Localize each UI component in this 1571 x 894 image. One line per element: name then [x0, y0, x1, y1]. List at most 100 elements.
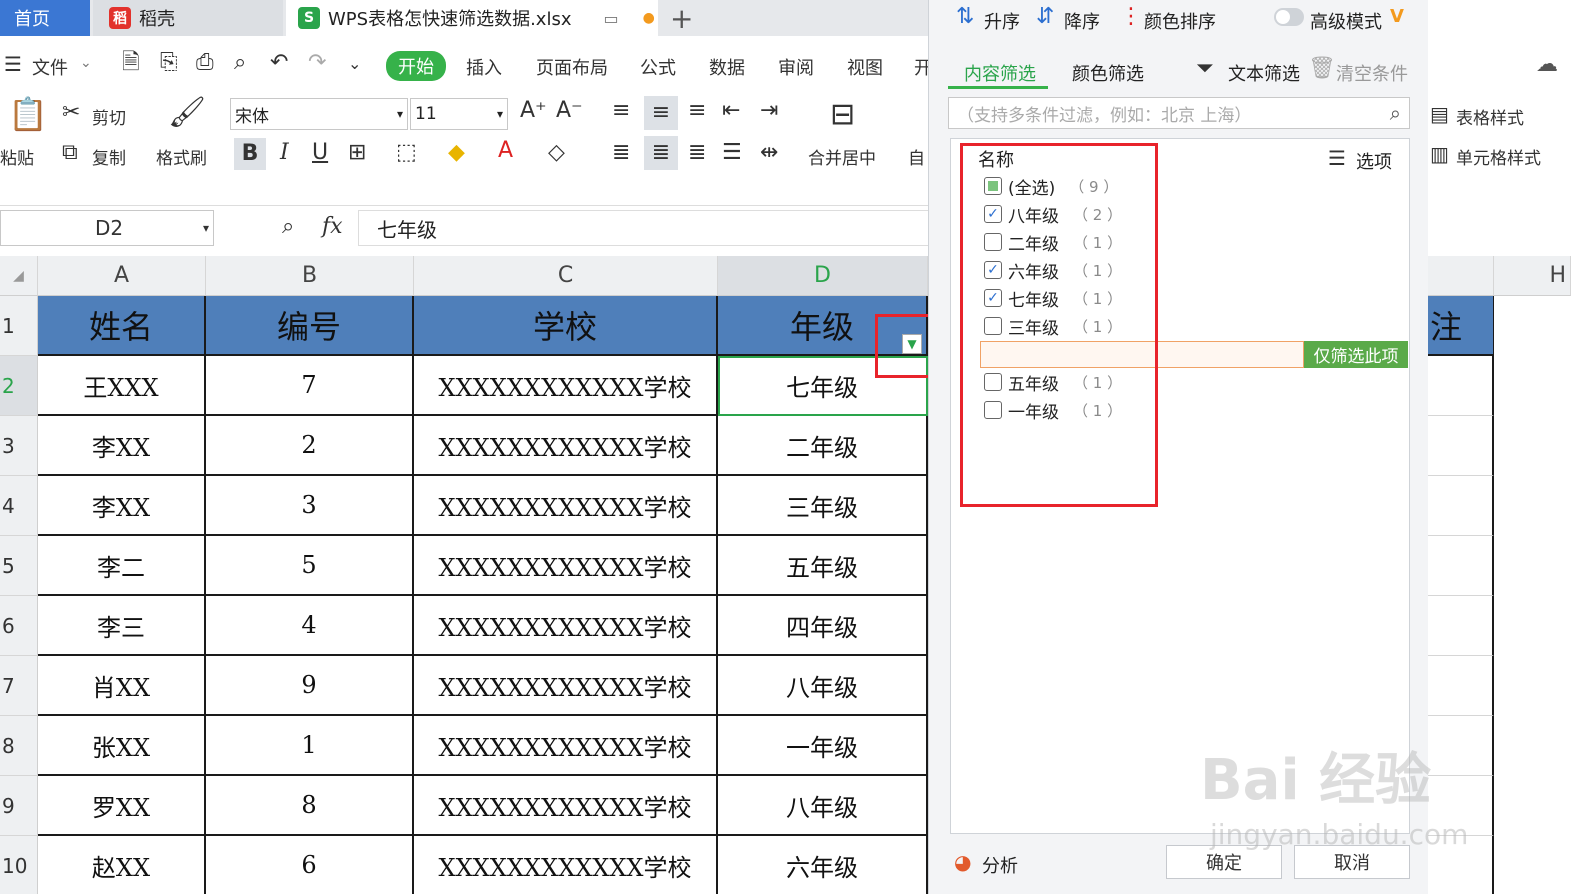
menu-view[interactable]: 视图	[847, 54, 883, 80]
print-preview-icon[interactable]: ⌕	[234, 52, 246, 74]
table-cell[interactable]: 三年级	[718, 476, 928, 536]
function-icon[interactable]: fx	[322, 216, 343, 238]
table-cell[interactable]: 3	[206, 476, 414, 536]
table-cell[interactable]: XXXXXXXXXXXX学校	[414, 716, 718, 776]
table-cell[interactable]: 1	[206, 716, 414, 776]
table-cell[interactable]: 四年级	[718, 596, 928, 656]
table-cell[interactable]: 4	[206, 596, 414, 656]
border-icon[interactable]: ⊞	[348, 142, 366, 164]
menu-start[interactable]: 开始	[386, 51, 446, 81]
column-header-h[interactable]: H	[1494, 256, 1571, 296]
table-cell[interactable]	[1428, 596, 1494, 656]
color-sort-icon[interactable]: ⋮	[1120, 6, 1142, 28]
text-filter-button[interactable]: 文本筛选	[1228, 60, 1300, 86]
table-cell[interactable]: 一年级	[718, 716, 928, 776]
align-bottom-icon[interactable]: ≡	[688, 100, 706, 122]
row-header[interactable]: 2	[0, 356, 38, 416]
menu-file[interactable]: 文件	[32, 54, 68, 80]
clear-conditions-button[interactable]: 清空条件	[1336, 60, 1408, 86]
table-cell[interactable]: 罗XX	[38, 776, 206, 836]
tab-daoke[interactable]: 稻 稻壳	[93, 0, 283, 36]
sort-ascending-icon[interactable]: ⇅	[956, 6, 974, 28]
row-header[interactable]: 3	[0, 416, 38, 476]
table-cell[interactable]: 6	[206, 836, 414, 894]
merge-center-button[interactable]: 合并居中	[808, 144, 876, 169]
align-middle-icon[interactable]: ≡	[644, 96, 678, 130]
fill-style-icon[interactable]: ⬚	[396, 142, 417, 164]
table-cell[interactable]	[1428, 716, 1494, 776]
font-color-icon[interactable]: A	[498, 140, 513, 162]
header-cell[interactable]: 学校	[414, 296, 718, 356]
table-style-icon[interactable]: ▤	[1430, 104, 1449, 124]
tab-content-filter[interactable]: 内容筛选	[964, 60, 1036, 86]
auto-wrap-button[interactable]: 自	[908, 144, 925, 169]
table-cell[interactable]	[1428, 536, 1494, 596]
row-header[interactable]: 4	[0, 476, 38, 536]
menu-data[interactable]: 数据	[709, 54, 745, 80]
cloud-icon[interactable]: ☁	[1536, 54, 1558, 76]
tab-document[interactable]: S WPS表格怎快速筛选数据.xlsx ▭ ●	[286, 0, 658, 36]
sort-ascending-button[interactable]: 升序	[984, 8, 1020, 34]
name-box[interactable]: D2 ▾	[0, 210, 214, 246]
cell-style-icon[interactable]: ▥	[1430, 144, 1449, 164]
zoom-search-icon[interactable]: ⌕	[282, 216, 294, 238]
column-header-a[interactable]: A	[38, 256, 206, 296]
column-header-b[interactable]: B	[206, 256, 414, 296]
only-this-button[interactable]: 仅筛选此项	[1304, 341, 1408, 368]
table-cell[interactable]: 肖XX	[38, 656, 206, 716]
fill-color-icon[interactable]: ◆	[448, 142, 465, 164]
table-cell[interactable]: 李二	[38, 536, 206, 596]
undo-icon[interactable]: ↶	[270, 52, 288, 74]
table-cell[interactable]: XXXXXXXXXXXX学校	[414, 356, 718, 416]
menu-insert[interactable]: 插入	[466, 54, 502, 80]
tab-color-filter[interactable]: 颜色筛选	[1072, 60, 1144, 86]
table-cell[interactable]: XXXXXXXXXXXX学校	[414, 776, 718, 836]
sort-descending-button[interactable]: 降序	[1064, 8, 1100, 34]
table-cell[interactable]: 李XX	[38, 476, 206, 536]
align-center-icon[interactable]: ≣	[644, 136, 678, 170]
column-header-g[interactable]	[1428, 256, 1494, 296]
table-cell[interactable]	[1428, 356, 1494, 416]
table-cell[interactable]	[1428, 416, 1494, 476]
table-cell[interactable]: 李XX	[38, 416, 206, 476]
table-cell[interactable]: 二年级	[718, 416, 928, 476]
increase-font-icon[interactable]: A⁺	[520, 100, 547, 122]
distribute-icon[interactable]: ⇹	[760, 142, 778, 164]
table-cell[interactable]: XXXXXXXXXXXX学校	[414, 656, 718, 716]
table-cell[interactable]: 五年级	[718, 536, 928, 596]
align-left-icon[interactable]: ≣	[612, 142, 630, 164]
chevron-down-icon[interactable]: ⌄	[80, 56, 92, 70]
row-header[interactable]: 6	[0, 596, 38, 656]
table-cell[interactable]: 李三	[38, 596, 206, 656]
table-cell[interactable]: 5	[206, 536, 414, 596]
bold-icon[interactable]: B	[234, 138, 266, 170]
justify-icon[interactable]: ☰	[722, 142, 742, 164]
select-all-corner[interactable]: ◢	[0, 256, 38, 296]
table-cell[interactable]: 八年级	[718, 776, 928, 836]
format-painter-icon[interactable]: 🖌	[168, 98, 206, 128]
cell-style-button[interactable]: 单元格样式	[1456, 144, 1541, 169]
italic-icon[interactable]: I	[280, 142, 289, 164]
analysis-button[interactable]: 分析	[982, 852, 1018, 878]
row-header[interactable]: 9	[0, 776, 38, 836]
tab-home[interactable]: 首页	[0, 0, 90, 36]
merge-center-icon[interactable]: ⊟	[830, 100, 855, 130]
monitor-icon[interactable]: ▭	[603, 9, 618, 28]
header-cell[interactable]: 编号	[206, 296, 414, 356]
table-cell[interactable]: 张XX	[38, 716, 206, 776]
advanced-mode-toggle[interactable]	[1274, 8, 1304, 26]
font-size-select[interactable]: 11 ▾	[410, 98, 508, 130]
column-header-d[interactable]: D	[718, 256, 928, 296]
print-icon[interactable]: ⎙	[196, 52, 214, 74]
table-cell[interactable]: 7	[206, 356, 414, 416]
table-cell[interactable]: 八年级	[718, 656, 928, 716]
indent-increase-icon[interactable]: ⇥	[760, 100, 778, 122]
table-cell[interactable]: 9	[206, 656, 414, 716]
table-cell[interactable]	[1428, 476, 1494, 536]
align-right-icon[interactable]: ≣	[688, 142, 706, 164]
table-cell[interactable]: XXXXXXXXXXXX学校	[414, 536, 718, 596]
options-button[interactable]: 选项	[1356, 148, 1392, 174]
table-cell[interactable]: 2	[206, 416, 414, 476]
table-cell[interactable]: XXXXXXXXXXXX学校	[414, 596, 718, 656]
scissors-icon[interactable]: ✂	[62, 102, 80, 124]
